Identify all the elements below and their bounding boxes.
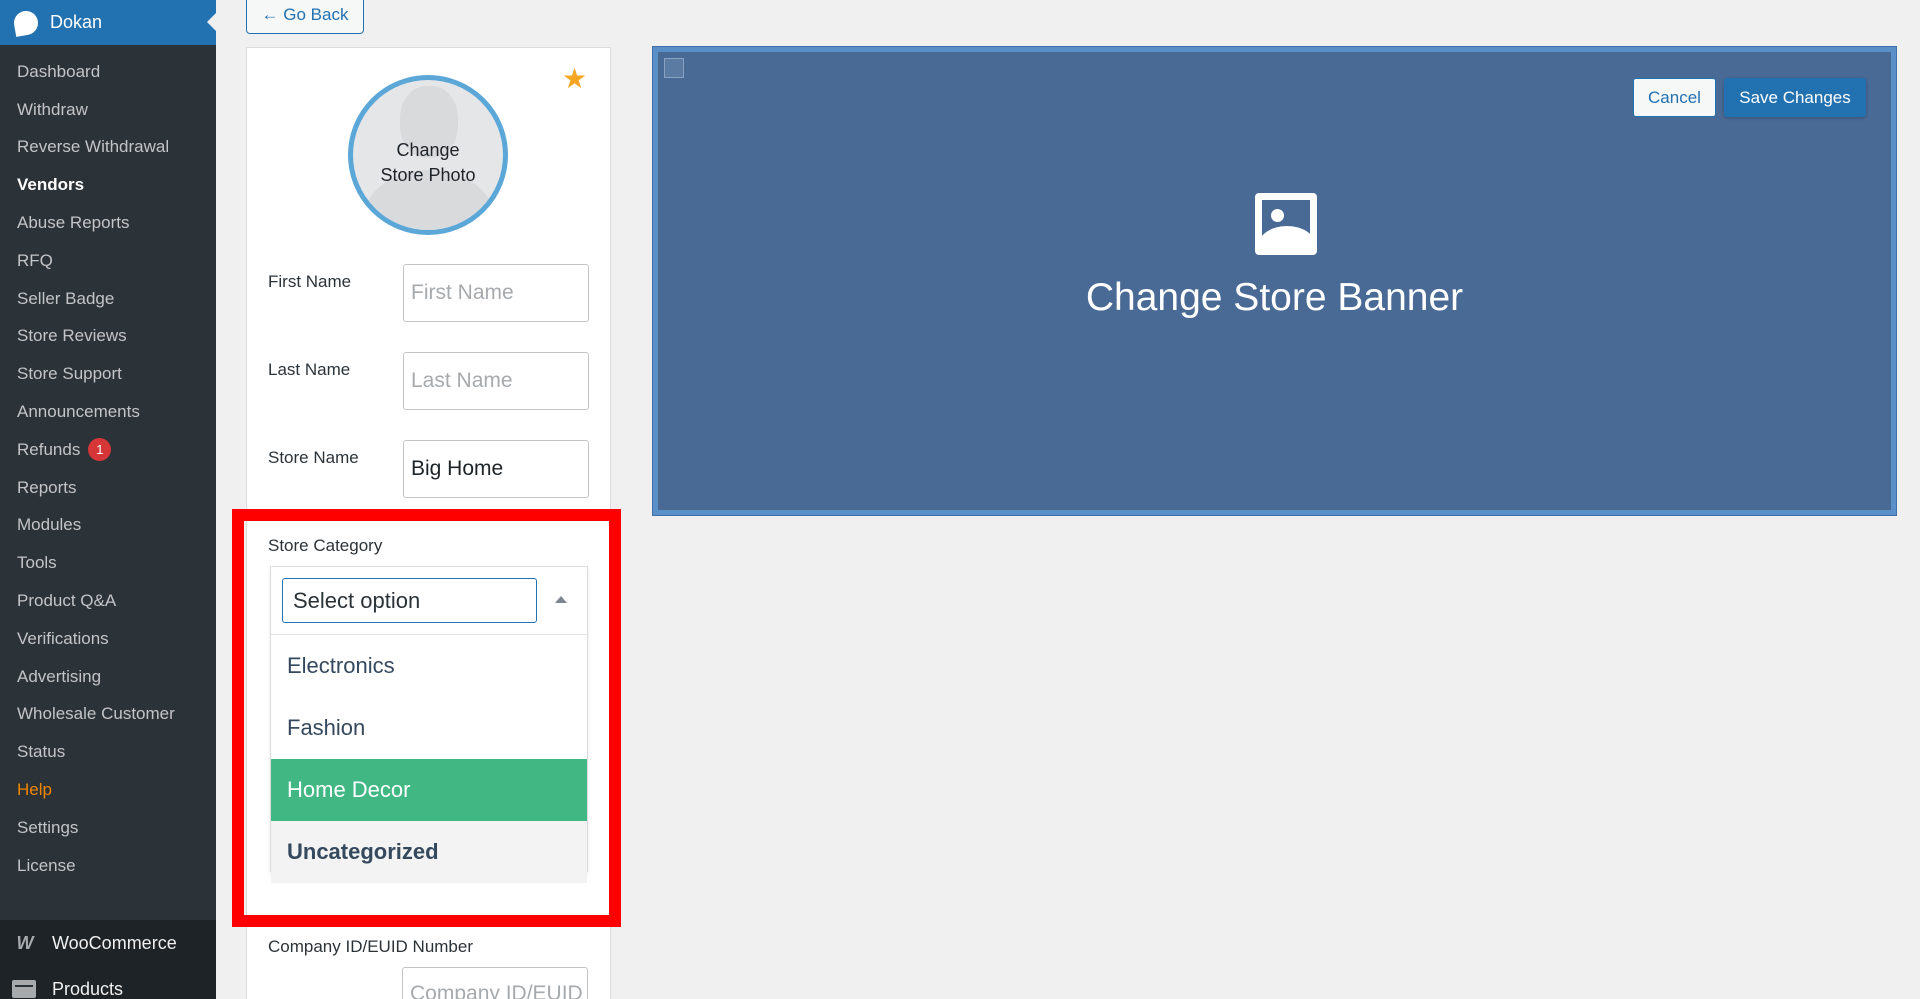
first-name-field[interactable]: First Name [403,264,589,322]
cancel-button[interactable]: Cancel [1633,78,1716,117]
sidebar-item-modules[interactable]: Modules [0,507,216,545]
dokan-submenu: Dashboard Withdraw Reverse Withdrawal Ve… [0,45,216,920]
sidebar-item-reports[interactable]: Reports [0,469,216,507]
admin-sidebar: Dokan Dashboard Withdraw Reverse Withdra… [0,0,217,999]
featured-star-icon[interactable]: ★ [562,62,587,95]
sidebar-item-verifications[interactable]: Verifications [0,620,216,658]
dokan-logo-icon [12,8,40,37]
sidebar-item-wholesale-customer[interactable]: Wholesale Customer [0,696,216,734]
change-store-photo[interactable]: Change Store Photo [348,75,508,235]
sidebar-item-label: Refunds [17,439,81,459]
woocommerce-icon: W [16,932,34,953]
category-option-fashion[interactable]: Fashion [271,697,587,759]
sidebar-item-dashboard[interactable]: Dashboard [0,53,216,91]
sidebar-item-woocommerce[interactable]: W WooCommerce [0,920,216,966]
last-name-field[interactable]: Last Name [403,352,589,410]
category-search-row: Select option [271,567,587,635]
company-id-label: Company ID/EUID Number [268,937,474,956]
go-back-button[interactable]: ← Go Back [246,0,364,34]
sidebar-item-abuse-reports[interactable]: Abuse Reports [0,204,216,242]
sidebar-item-vendors[interactable]: Vendors [0,166,216,204]
first-name-label: First Name [268,272,352,291]
sidebar-item-refunds[interactable]: Refunds 1 [0,431,216,469]
chevron-up-icon[interactable] [555,596,567,603]
sidebar-item-help[interactable]: Help [0,771,216,809]
category-search-input[interactable]: Select option [282,578,537,623]
change-banner-title[interactable]: Change Store Banner [658,276,1891,320]
sidebar-item-seller-badge[interactable]: Seller Badge [0,280,216,318]
current-menu-pointer [207,12,217,32]
sidebar-item-license[interactable]: License [0,847,216,885]
last-name-label: Last Name [268,360,351,379]
company-id-field[interactable]: Company ID/EUID [402,967,588,999]
sidebar-item-announcements[interactable]: Announcements [0,393,216,431]
category-option-electronics[interactable]: Electronics [271,635,587,697]
sidebar-item-rfq[interactable]: RFQ [0,242,216,280]
store-name-field[interactable]: Big Home [403,440,589,498]
category-option-home-decor[interactable]: Home Decor [271,759,587,821]
category-option-uncategorized[interactable]: Uncategorized [271,821,587,883]
image-icon [1255,193,1317,255]
store-category-select[interactable]: Select option Electronics Fashion Home D… [270,566,588,883]
sidebar-item-products[interactable]: Products [0,966,216,999]
sidebar-item-settings[interactable]: Settings [0,809,216,847]
refunds-count-badge: 1 [88,438,112,462]
store-banner-area[interactable]: Cancel Save Changes Change Store Banner [652,46,1897,516]
sidebar-item-advertising[interactable]: Advertising [0,658,216,696]
sidebar-item-status[interactable]: Status [0,733,216,771]
products-archive-icon [12,980,36,998]
sidebar-item-label: WooCommerce [52,932,177,953]
change-photo-label: Change Store Photo [380,140,476,185]
store-category-label: Store Category [268,536,383,555]
sidebar-title: Dokan [50,12,103,32]
sidebar-item-store-reviews[interactable]: Store Reviews [0,318,216,356]
sidebar-item-store-support[interactable]: Store Support [0,355,216,393]
sidebar-item-reverse-withdrawal[interactable]: Reverse Withdrawal [0,129,216,167]
sidebar-item-label: Products [52,978,124,999]
save-changes-button[interactable]: Save Changes [1724,78,1866,117]
sidebar-item-tools[interactable]: Tools [0,544,216,582]
broken-image-icon [664,58,684,78]
sidebar-item-withdraw[interactable]: Withdraw [0,91,216,129]
sidebar-item-product-qa[interactable]: Product Q&A [0,582,216,620]
sidebar-item-dokan[interactable]: Dokan [0,0,217,45]
store-name-label: Store Name [268,448,359,467]
